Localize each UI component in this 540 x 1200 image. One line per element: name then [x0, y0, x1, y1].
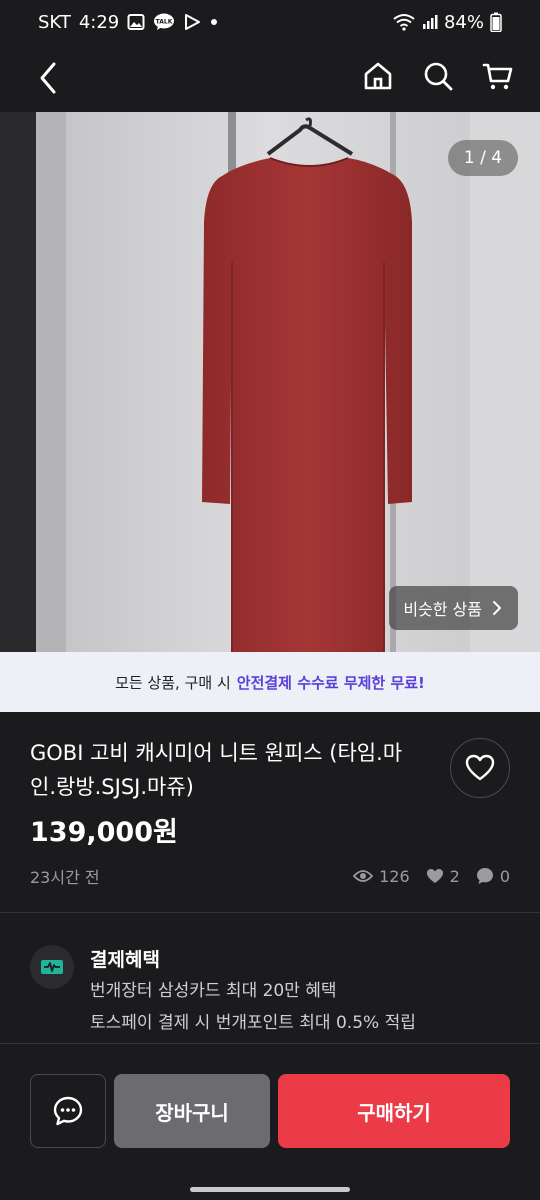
- similar-items-button[interactable]: 비슷한 상품: [389, 586, 518, 630]
- chat-icon: [53, 1096, 83, 1126]
- home-button[interactable]: [358, 54, 398, 98]
- status-bar: SKT 4:29 TALK 84%: [0, 0, 540, 44]
- add-to-cart-button[interactable]: 장바구니: [114, 1074, 270, 1148]
- play-icon: [183, 13, 201, 31]
- cart-icon: [482, 63, 513, 90]
- like-count: 2: [449, 866, 460, 886]
- bottom-action-bar: 장바구니 구매하기: [0, 1043, 540, 1200]
- like-button[interactable]: [450, 738, 510, 798]
- image-counter: 1 / 4: [448, 140, 518, 176]
- back-icon: [40, 62, 56, 94]
- eye-icon: [353, 870, 374, 882]
- pay-card-icon: [30, 945, 74, 989]
- wifi-icon: [392, 13, 416, 31]
- home-icon: [364, 62, 392, 90]
- buy-now-button[interactable]: 구매하기: [278, 1074, 510, 1148]
- product-image-gallery[interactable]: 1 / 4 비슷한 상품: [0, 112, 540, 652]
- dot-icon: [209, 17, 219, 27]
- benefit-title: 결제혜택: [90, 949, 160, 971]
- safe-payment-banner[interactable]: 모든 상품, 구매 시 안전결제 수수료 무제한 무료!: [0, 652, 540, 712]
- chevron-right-icon: [493, 601, 501, 615]
- carrier-label: SKT: [38, 11, 71, 33]
- chat-button[interactable]: [30, 1074, 106, 1148]
- product-title: GOBI 고비 캐시미어 니트 원피스 (타임.마인.랑방.SJSJ.마쥬): [30, 741, 403, 799]
- posted-time: 23시간 전: [30, 868, 100, 887]
- search-icon: [424, 62, 453, 91]
- product-info: GOBI 고비 캐시미어 니트 원피스 (타임.마인.랑방.SJSJ.마쥬) 1…: [0, 712, 540, 912]
- gallery-icon: [127, 13, 145, 31]
- product-price: 139,000원: [30, 817, 178, 848]
- home-indicator[interactable]: [190, 1187, 350, 1192]
- cart-button[interactable]: [478, 54, 518, 98]
- search-button[interactable]: [418, 54, 458, 98]
- heart-filled-icon: [426, 869, 443, 883]
- signal-icon: [422, 14, 438, 30]
- top-navigation: [0, 44, 540, 112]
- comment-count: 0: [499, 866, 510, 886]
- product-meta: 23시간 전 126 2 0: [30, 864, 510, 888]
- product-photo: [0, 112, 540, 652]
- heart-icon: [465, 754, 495, 781]
- battery-icon: [490, 12, 502, 32]
- comment-icon: [476, 868, 493, 884]
- clock: 4:29: [78, 11, 120, 33]
- view-count: 126: [379, 866, 410, 886]
- banner-highlight: 안전결제 수수료 무제한 무료!: [236, 673, 425, 692]
- benefit-line: 번개장터 삼성카드 최대 20만 혜택: [90, 981, 337, 1001]
- benefit-line: 토스페이 결제 시 번개포인트 최대 0.5% 적립: [90, 1013, 416, 1033]
- battery-label: 84%: [443, 11, 484, 33]
- talk-icon: TALK: [153, 13, 175, 31]
- back-button[interactable]: [28, 56, 68, 100]
- similar-items-label: 비슷한 상품: [403, 600, 482, 619]
- payment-benefits[interactable]: 결제혜택 번개장터 삼성카드 최대 20만 혜택 토스페이 결제 시 번개포인트…: [0, 913, 540, 1043]
- banner-text: 모든 상품, 구매 시: [115, 673, 231, 692]
- svg-text:TALK: TALK: [156, 19, 173, 26]
